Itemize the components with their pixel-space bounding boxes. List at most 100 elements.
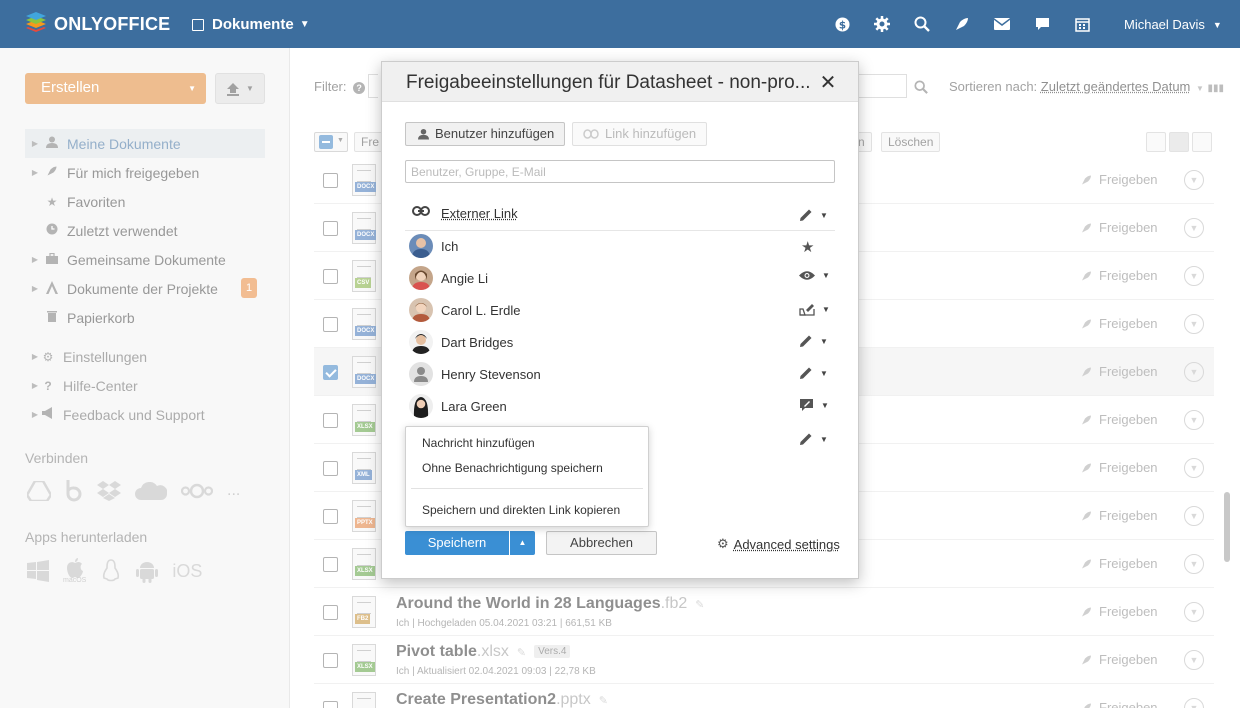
pencil-icon[interactable]: ✎ <box>599 695 608 707</box>
mail-icon[interactable] <box>982 14 1022 34</box>
sidebar-item-trash[interactable]: Papierkorb <box>25 303 265 332</box>
filter[interactable]: Filter: ? <box>314 79 366 94</box>
external-link-label[interactable]: Externer Link <box>441 206 518 221</box>
sidebar-item-recent[interactable]: Zuletzt verwendet <box>25 216 265 245</box>
more-actions-button[interactable]: ▼ <box>1184 410 1204 430</box>
sidebar-item-feedback[interactable]: ▶ Feedback und Support <box>25 400 265 429</box>
more-actions-button[interactable]: ▼ <box>1184 458 1204 478</box>
row-checkbox[interactable] <box>323 701 338 708</box>
expand-arrow-icon[interactable]: ▶ <box>27 168 43 177</box>
delete-toolbar-button[interactable]: Löschen <box>881 132 941 152</box>
file-name[interactable]: Create Presentation2.pptx ✎ <box>396 691 608 708</box>
expand-arrow-icon[interactable]: ▶ <box>27 255 43 264</box>
feed-icon[interactable] <box>942 14 982 34</box>
create-button[interactable]: Erstellen ▼ <box>25 73 206 104</box>
onedrive-icon[interactable] <box>135 482 167 500</box>
filter-input[interactable] <box>368 74 378 98</box>
row-checkbox[interactable] <box>323 461 338 476</box>
row-checkbox[interactable] <box>323 173 338 188</box>
more-actions-button[interactable]: ▼ <box>1184 506 1204 526</box>
more-actions-button[interactable]: ▼ <box>1184 314 1204 334</box>
advanced-settings-link[interactable]: ⚙ Advanced settings <box>717 536 840 552</box>
menu-item-add-message[interactable]: Nachricht hinzufügen <box>422 436 535 450</box>
share-action[interactable]: Freigeben <box>1080 604 1158 619</box>
row-checkbox[interactable] <box>323 413 338 428</box>
filter-input-right[interactable] <box>858 74 907 98</box>
sort-value[interactable]: Zuletzt geändertes Datum <box>1041 79 1191 94</box>
more-actions-button[interactable]: ▼ <box>1184 602 1204 622</box>
menu-item-save-without-notify[interactable]: Ohne Benachrichtigung speichern <box>422 461 603 475</box>
access-dropdown[interactable]: ▼ <box>799 334 828 348</box>
version-badge[interactable]: Vers.4 <box>534 645 571 659</box>
sidebar-item-shared[interactable]: ▶ Für mich freigegeben <box>25 158 265 187</box>
more-services[interactable]: ... <box>227 482 240 500</box>
add-link-button[interactable]: Link hinzufügen <box>572 122 708 146</box>
chat-icon[interactable] <box>1022 14 1062 34</box>
expand-arrow-icon[interactable]: ▶ <box>27 284 43 293</box>
access-dropdown[interactable]: ▼ <box>799 366 828 380</box>
sidebar-item-settings[interactable]: ▶ ⚙ Einstellungen <box>25 342 265 371</box>
close-icon[interactable]: ✕ <box>818 70 838 95</box>
table-row[interactable]: FB2 Around the World in 28 Languages.fb2 ✎… <box>314 588 1214 636</box>
share-action[interactable]: Freigeben <box>1080 556 1158 571</box>
share-action[interactable]: Freigeben <box>1080 652 1158 667</box>
table-row[interactable]: PPTX Create Presentation2.pptx ✎ Freigeben ▼ <box>314 684 1214 708</box>
table-row[interactable]: XLSX Pivot table.xlsx ✎ Vers.4 Ich | Aktuali… <box>314 636 1214 684</box>
user-menu[interactable]: Michael Davis ▼ <box>1124 17 1222 32</box>
row-checkbox[interactable] <box>323 653 338 668</box>
row-checkbox[interactable] <box>323 317 338 332</box>
help-icon[interactable]: ? <box>353 82 366 94</box>
more-actions-button[interactable]: ▼ <box>1184 266 1204 286</box>
pencil-icon[interactable]: ✎ <box>517 647 526 659</box>
compact-view-button[interactable] <box>1169 132 1189 152</box>
share-action[interactable]: Freigeben <box>1080 268 1158 283</box>
save-button[interactable]: Speichern <box>405 531 509 555</box>
file-name[interactable]: Pivot table.xlsx ✎ Vers.4 <box>396 643 571 661</box>
box-icon[interactable] <box>65 480 83 502</box>
scrollbar[interactable] <box>1224 492 1230 562</box>
android-icon[interactable] <box>136 559 159 583</box>
pencil-icon[interactable]: ✎ <box>695 599 704 611</box>
more-actions-button[interactable]: ▼ <box>1184 218 1204 238</box>
row-checkbox[interactable] <box>323 557 338 572</box>
save-dropdown-button[interactable]: ▲ <box>510 531 535 555</box>
menu-item-save-copy-link[interactable]: Speichern und direkten Link kopieren <box>422 503 620 517</box>
more-actions-button[interactable]: ▼ <box>1184 362 1204 382</box>
sidebar-item-projects[interactable]: ▶ Dokumente der Projekte 1 <box>25 274 265 303</box>
linux-icon[interactable] <box>100 559 122 583</box>
share-action[interactable]: Freigeben <box>1080 700 1158 708</box>
external-link-access-dropdown[interactable]: ▼ <box>799 208 828 222</box>
more-actions-button[interactable]: ▼ <box>1184 554 1204 574</box>
row-checkbox[interactable] <box>323 221 338 236</box>
settings-icon[interactable] <box>862 14 902 34</box>
share-action[interactable]: Freigeben <box>1080 172 1158 187</box>
sort-control[interactable]: Sortieren nach: Zuletzt geändertes Datum… <box>949 79 1224 94</box>
share-action[interactable]: Freigeben <box>1080 460 1158 475</box>
calendar-icon[interactable] <box>1062 14 1102 34</box>
windows-icon[interactable] <box>27 560 49 582</box>
onlyoffice-logo[interactable]: ONLYOFFICE <box>24 12 170 36</box>
more-actions-button[interactable]: ▼ <box>1184 170 1204 190</box>
share-action[interactable]: Freigeben <box>1080 316 1158 331</box>
select-all-checkbox[interactable]: ▼ <box>314 132 348 152</box>
list-view-button[interactable] <box>1192 132 1212 152</box>
sort-order-icon[interactable]: ▮▮▮ <box>1208 83 1225 94</box>
user-search-input[interactable] <box>405 160 835 183</box>
sidebar-item-common[interactable]: ▶ Gemeinsame Dokumente <box>25 245 265 274</box>
macos-icon[interactable]: macOS <box>63 558 86 584</box>
file-name[interactable]: Around the World in 28 Languages.fb2 ✎ <box>396 595 705 613</box>
search-icon[interactable] <box>914 80 928 94</box>
more-actions-button[interactable]: ▼ <box>1184 698 1204 708</box>
nextcloud-icon[interactable] <box>181 483 213 499</box>
upload-button[interactable]: ▼ <box>215 73 265 104</box>
share-action[interactable]: Freigeben <box>1080 364 1158 379</box>
share-action[interactable]: Freigeben <box>1080 508 1158 523</box>
search-icon[interactable] <box>902 14 942 34</box>
row-checkbox[interactable] <box>323 365 338 380</box>
row-checkbox[interactable] <box>323 509 338 524</box>
module-switcher[interactable]: Dokumente ▼ <box>192 16 310 33</box>
sidebar-item-my-documents[interactable]: ▶ Meine Dokumente <box>25 129 265 158</box>
sidebar-item-help[interactable]: ▶ ? Hilfe-Center <box>25 371 265 400</box>
access-dropdown[interactable]: ▼ <box>799 270 830 281</box>
ios-label[interactable]: iOS <box>172 561 202 582</box>
